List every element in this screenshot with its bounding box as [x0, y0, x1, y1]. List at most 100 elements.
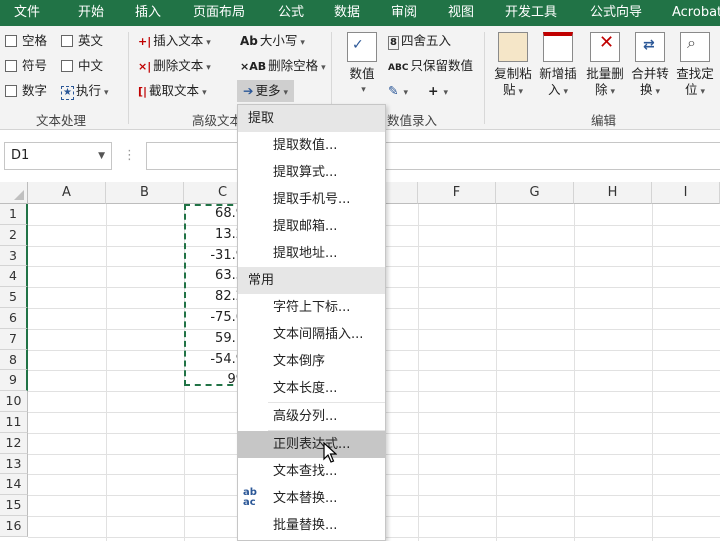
menu-item-regex[interactable]: 正则表达式... — [238, 431, 385, 458]
menu-home[interactable]: 开始 — [78, 0, 104, 26]
checkbox-icon — [5, 35, 17, 47]
name-box-value: D1 — [11, 148, 30, 163]
caret-down-icon: ▾ — [103, 88, 109, 98]
checkbox-chinese[interactable]: 中文 — [61, 56, 103, 76]
select-all-corner[interactable] — [0, 182, 28, 204]
menu-item-extract-number[interactable]: 提取数值... — [238, 132, 385, 159]
star-icon: ★ — [61, 86, 74, 100]
group-label-advanced: 高级文本 — [192, 113, 243, 128]
column-header-f[interactable]: F — [418, 182, 496, 204]
case-button[interactable]: Ab 大小写 ▾ — [240, 31, 305, 51]
row-header[interactable]: 11 — [0, 412, 28, 433]
menu-review[interactable]: 审阅 — [391, 0, 417, 26]
checkbox-number[interactable]: 数字 — [5, 81, 47, 101]
row-header[interactable]: 8 — [0, 349, 28, 371]
menu-item-batch-replace[interactable]: 批量替换... — [238, 512, 385, 539]
menu-item-interval-insert[interactable]: 文本间隔插入... — [238, 321, 385, 348]
row-header[interactable]: 12 — [0, 432, 28, 454]
menu-formula-wizard[interactable]: 公式向导 — [590, 0, 642, 26]
merge-icon: ⇄ — [635, 32, 665, 62]
cut-text-button[interactable]: [| 截取文本 ▾ — [138, 81, 207, 101]
keep-numbers-icon: ABC — [388, 63, 409, 73]
button-label: 插入文本 — [153, 33, 204, 48]
caret-down-icon: ▾ — [563, 87, 569, 97]
case-icon: Ab — [240, 34, 258, 48]
number-button[interactable]: ✓ 数值 ▾ — [342, 32, 382, 98]
menu-item-text-length[interactable]: 文本长度... — [238, 375, 385, 402]
dropdown-header-common: 常用 — [238, 267, 385, 294]
button-label-2: 贴 — [502, 82, 516, 97]
menu-item-text-find[interactable]: 文本查找... — [238, 458, 385, 485]
round-button[interactable]: 8 四舍五入 — [388, 31, 451, 51]
batch-delete-button[interactable]: ✕ 批量删 除 ▾ — [583, 32, 627, 100]
caret-down-icon: ▾ — [655, 87, 661, 97]
group-label-text: 文本处理 — [36, 113, 87, 128]
button-label-2: 换 — [639, 82, 653, 97]
row-header[interactable]: 10 — [0, 391, 28, 412]
add-small-button[interactable]: + ▾ — [428, 81, 448, 101]
number-icon: ✓ — [347, 32, 377, 62]
menu-item-text-replace[interactable]: ab ac 文本替换... — [238, 485, 385, 512]
column-header-a[interactable]: A — [28, 182, 106, 204]
checkbox-english[interactable]: 英文 — [61, 31, 103, 51]
row-header[interactable]: 14 — [0, 474, 28, 496]
row-header[interactable]: 3 — [0, 245, 28, 267]
merge-convert-button[interactable]: ⇄ 合并转 换 ▾ — [628, 32, 672, 100]
search-icon: ⌕ — [680, 32, 710, 62]
keep-numbers-button[interactable]: ABC 只保留数值 — [388, 56, 473, 76]
column-header-b[interactable]: B — [106, 182, 184, 204]
row-header[interactable]: 16 — [0, 516, 28, 537]
menu-item-advanced-split[interactable]: 高级分列... — [238, 403, 385, 430]
checkbox-space[interactable]: 空格 — [5, 31, 47, 51]
ribbon-separator — [128, 32, 129, 124]
column-header-i[interactable]: I — [652, 182, 720, 204]
menu-item-reverse-text[interactable]: 文本倒序 — [238, 348, 385, 375]
row-header[interactable]: 5 — [0, 287, 28, 308]
menu-view[interactable]: 视图 — [448, 0, 474, 26]
menu-item-extract-email[interactable]: 提取邮箱... — [238, 213, 385, 240]
menu-data[interactable]: 数据 — [334, 0, 360, 26]
copy-paste-button[interactable]: 复制粘 贴 ▾ — [491, 32, 535, 100]
row-header[interactable]: 6 — [0, 308, 28, 329]
find-locate-button[interactable]: ⌕ 查找定 位 ▾ — [673, 32, 717, 100]
row-header[interactable]: 7 — [0, 328, 28, 350]
gridline — [574, 204, 575, 541]
row-header[interactable]: 13 — [0, 453, 28, 475]
menu-insert[interactable]: 插入 — [135, 0, 161, 26]
delete-text-icon: ×| — [138, 60, 152, 73]
menu-item-superscript[interactable]: 字符上下标... — [238, 294, 385, 321]
name-box[interactable]: D1 ▼ — [4, 142, 112, 170]
add-insert-button[interactable]: 新增插 入 ▾ — [536, 32, 580, 100]
more-button[interactable]: ➔ 更多 ▾ — [237, 80, 295, 102]
column-header-h[interactable]: H — [574, 182, 652, 204]
menu-formulas[interactable]: 公式 — [278, 0, 304, 26]
caret-down-icon: ▾ — [700, 87, 706, 97]
gridline — [496, 204, 497, 541]
row-header[interactable]: 2 — [0, 224, 28, 246]
row-header[interactable]: 9 — [0, 370, 28, 392]
menu-item-extract-address[interactable]: 提取地址... — [238, 240, 385, 267]
caret-down-icon[interactable]: ▼ — [98, 143, 105, 169]
formula-input[interactable] — [146, 142, 720, 170]
gridline — [652, 204, 653, 541]
execute-label: 执行 — [75, 83, 101, 98]
delete-space-button[interactable]: ×AB 删除空格 ▾ — [240, 56, 326, 76]
row-header[interactable]: 4 — [0, 266, 28, 288]
menu-file[interactable]: 文件 — [14, 0, 40, 26]
checkbox-symbol[interactable]: 符号 — [5, 56, 47, 76]
delete-text-button[interactable]: ×| 删除文本 ▾ — [138, 56, 211, 76]
row-header[interactable]: 15 — [0, 495, 28, 516]
checkbox-label: 中文 — [78, 58, 104, 73]
menu-item-extract-phone[interactable]: 提取手机号... — [238, 186, 385, 213]
row-header[interactable]: 1 — [0, 204, 28, 225]
insert-text-button[interactable]: +| 插入文本 ▾ — [138, 31, 211, 51]
menu-item-extract-formula[interactable]: 提取算式... — [238, 159, 385, 186]
caret-down-icon: ▾ — [283, 88, 289, 98]
menu-page-layout[interactable]: 页面布局 — [193, 0, 245, 26]
edit-small-button[interactable]: ✎ ▾ — [388, 81, 408, 101]
execute-button[interactable]: ★ 执行 ▾ — [61, 81, 109, 101]
menu-developer[interactable]: 开发工具 — [505, 0, 557, 26]
column-header-g[interactable]: G — [496, 182, 574, 204]
caret-down-icon: ▾ — [518, 87, 524, 97]
menu-acrobat[interactable]: Acrobat — [672, 0, 720, 26]
